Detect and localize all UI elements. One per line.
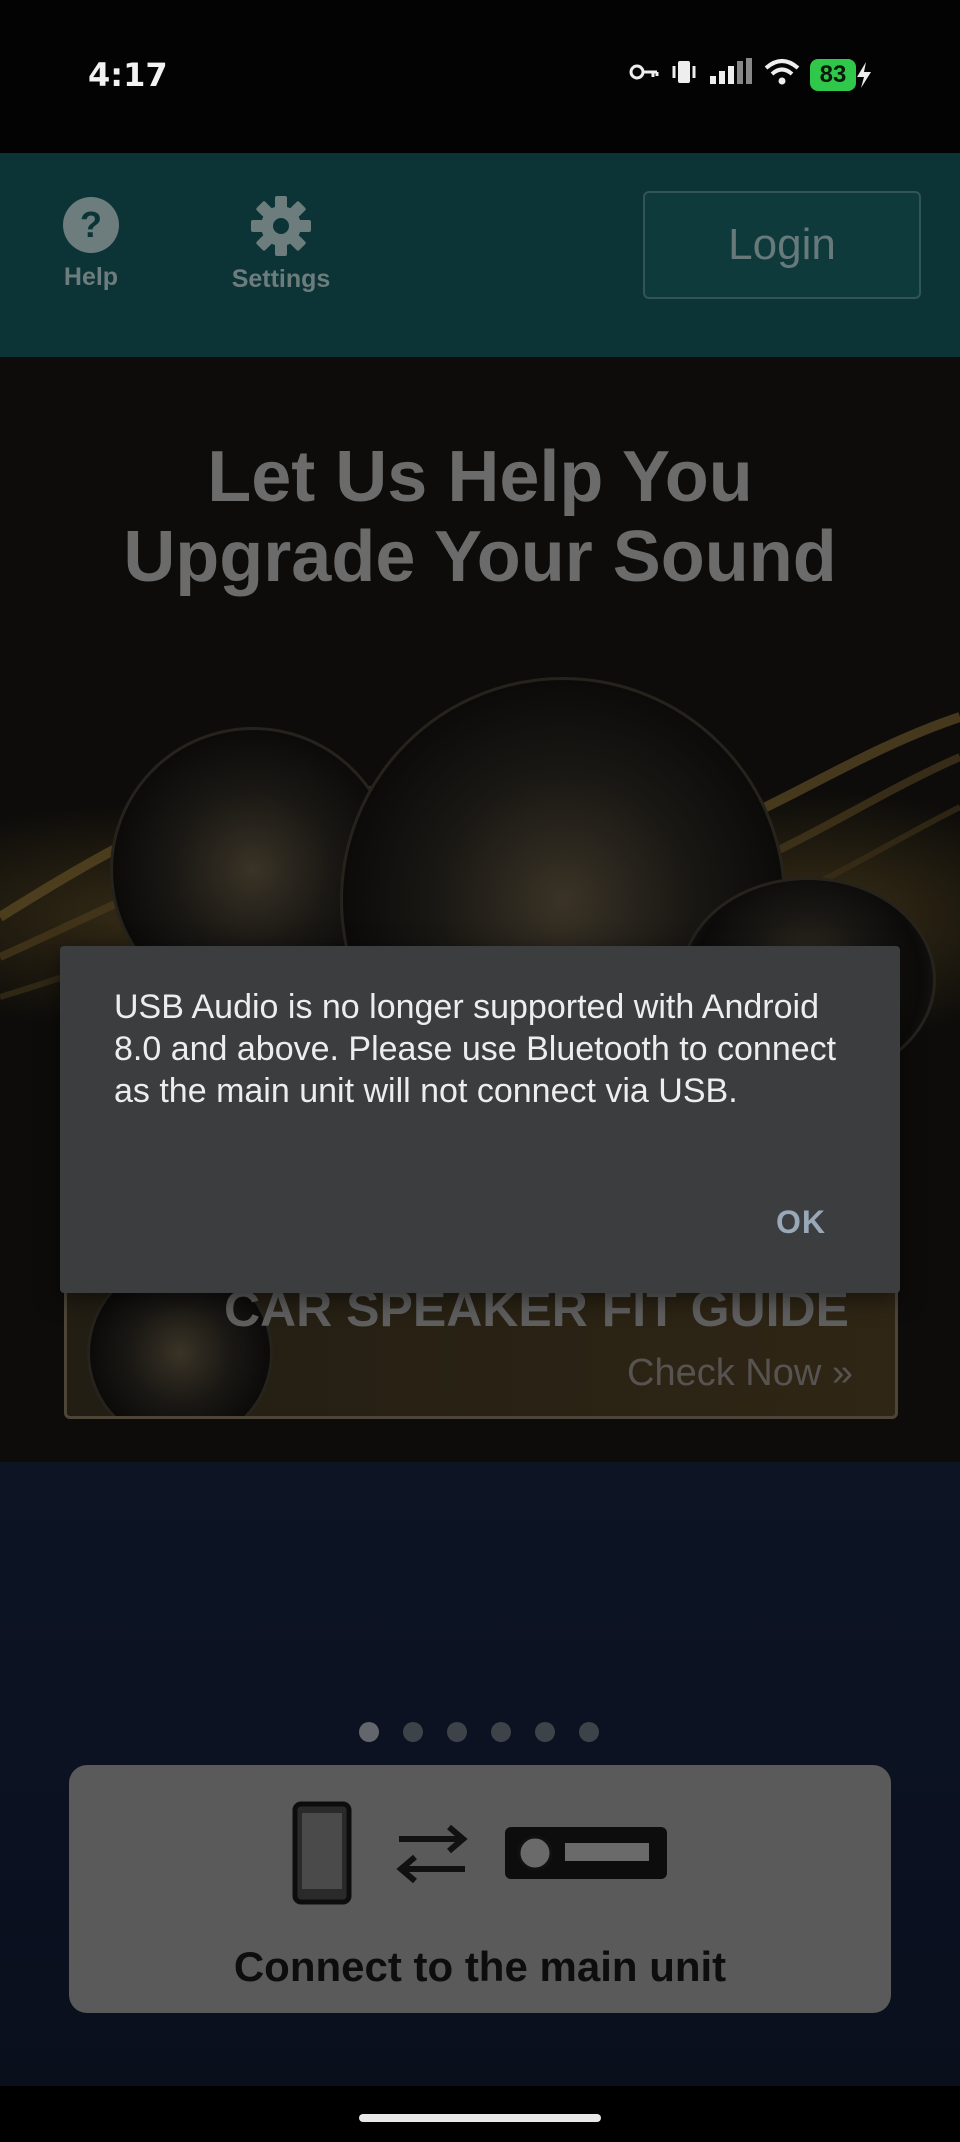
dialog-message: USB Audio is no longer supported with An… [114, 988, 837, 1110]
login-button[interactable]: Login [643, 191, 921, 299]
wifi-icon [764, 58, 800, 91]
ok-button[interactable]: OK [776, 1204, 826, 1241]
promo-banner[interactable]: Let Us Help You Upgrade Your Sound CAR S… [0, 357, 960, 1462]
settings-button[interactable]: Settings [226, 195, 336, 294]
status-bar: 4:17 83 [0, 0, 960, 153]
carousel-dot[interactable] [491, 1722, 511, 1742]
carousel-dot[interactable] [359, 1722, 379, 1742]
banner-title: Let Us Help You Upgrade Your Sound [0, 437, 960, 597]
status-icons: 83 [628, 58, 872, 91]
connect-main-unit-button[interactable]: Connect to the main unit [69, 1765, 891, 2013]
banner-title-line1: Let Us Help You [207, 437, 753, 517]
settings-label: Settings [231, 265, 331, 293]
usb-audio-alert-dialog: USB Audio is no longer supported with An… [60, 946, 900, 1293]
signal-icon [708, 58, 754, 91]
svg-text:?: ? [80, 204, 102, 245]
help-label: Help [63, 263, 119, 291]
carousel-dot[interactable] [447, 1722, 467, 1742]
gear-icon [226, 195, 336, 257]
speaker-fit-guide-card[interactable]: CAR SPEAKER FIT GUIDE Check Now » [64, 1277, 898, 1419]
battery-level: 83 [810, 58, 856, 91]
banner-title-line2: Upgrade Your Sound [123, 517, 837, 597]
battery-icon: 83 [810, 58, 872, 91]
help-icon: ? [36, 195, 146, 255]
home-indicator[interactable] [359, 2114, 601, 2122]
carousel-dot[interactable] [403, 1722, 423, 1742]
status-time: 4:17 [88, 56, 168, 94]
lower-section: Connect to the main unit [0, 1462, 960, 2086]
app-header: ? Help Settings Login [0, 153, 960, 359]
carousel-dot[interactable] [579, 1722, 599, 1742]
vibrate-icon [670, 58, 698, 91]
carousel-indicator [359, 1722, 599, 1742]
carousel-dot[interactable] [535, 1722, 555, 1742]
navigation-bar [0, 2086, 960, 2142]
check-now-link[interactable]: Check Now » [627, 1352, 853, 1395]
charging-bolt-icon [857, 61, 871, 88]
vpn-key-icon [628, 61, 660, 88]
connect-label: Connect to the main unit [233, 1943, 727, 1990]
transfer-arrows-icon [396, 1824, 468, 1884]
phone-icon [292, 1801, 352, 1905]
head-unit-icon [505, 1827, 667, 1879]
help-button[interactable]: ? Help [36, 195, 146, 292]
